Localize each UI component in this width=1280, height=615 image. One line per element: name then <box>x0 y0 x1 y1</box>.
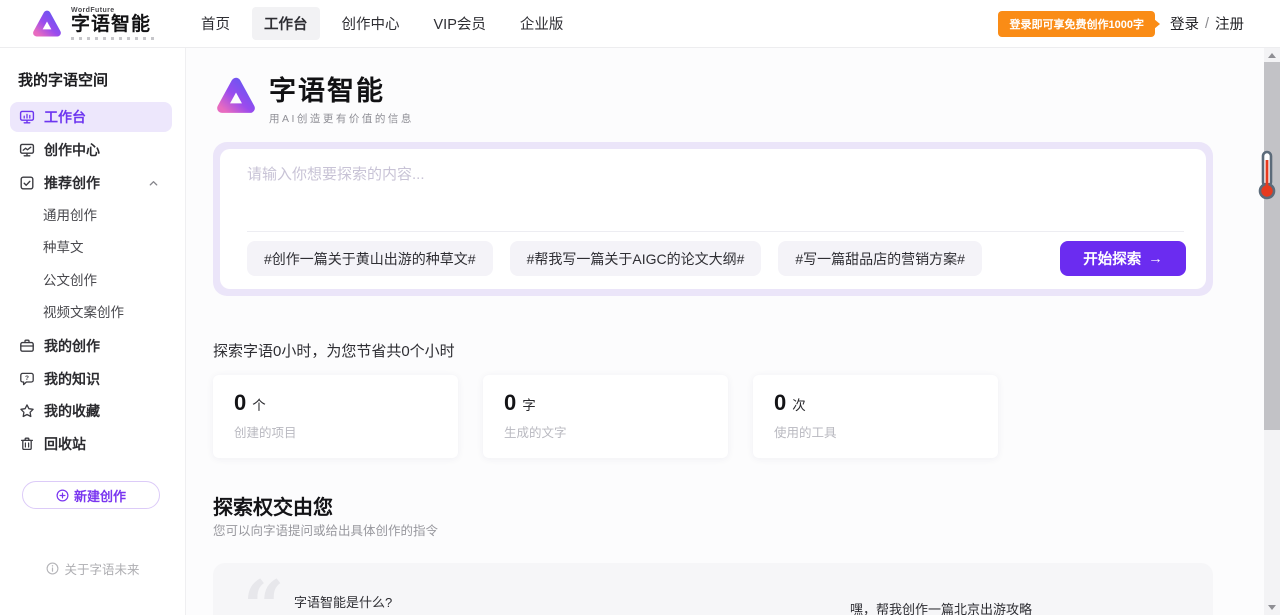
stat-unit: 个 <box>252 398 266 413</box>
nav-item-enterprise[interactable]: 企业版 <box>508 7 576 40</box>
sidebar-item-label: 工作台 <box>44 107 86 127</box>
brand-small-mark: WordFuture <box>71 7 157 14</box>
scrollbar-thumb[interactable] <box>1264 62 1280 430</box>
sidebar-subitem-video-copy[interactable]: 视频文案创作 <box>43 301 124 321</box>
main-content: 字语智能 用AI创造更有价值的信息 #创作一篇关于黄山出游的种草文# #帮我写一… <box>186 48 1264 615</box>
nav-item-creation-center[interactable]: 创作中心 <box>330 7 412 40</box>
sidebar: 我的字语空间 工作台 创作中心 推荐创作 通用创作 种草文 公文创作 视频文案创 <box>0 48 186 615</box>
creation-center-icon <box>19 142 35 158</box>
sidebar-item-my-favorites[interactable]: 我的收藏 <box>10 396 172 426</box>
sidebar-item-recycle-bin[interactable]: 回收站 <box>10 429 172 459</box>
quote-mark-icon: “ <box>243 571 284 615</box>
vertical-scrollbar[interactable] <box>1264 48 1280 615</box>
info-circle-icon <box>46 562 59 575</box>
auth-separator: / <box>1205 16 1209 32</box>
brand-text: WordFuture 字语智能 <box>71 7 157 41</box>
search-box: #创作一篇关于黄山出游的种草文# #帮我写一篇关于AIGC的论文大纲# #写一篇… <box>220 149 1206 289</box>
sidebar-subitem-general[interactable]: 通用创作 <box>43 204 97 224</box>
sidebar-item-workbench[interactable]: 工作台 <box>10 102 172 132</box>
suggestion-chip-huangshan[interactable]: #创作一篇关于黄山出游的种草文# <box>247 241 493 276</box>
sidebar-item-label: 创作中心 <box>44 140 100 160</box>
new-creation-button[interactable]: 新建创作 <box>22 481 160 509</box>
sidebar-item-recommended[interactable]: 推荐创作 <box>10 168 172 198</box>
stat-card-projects: 0个 创建的项目 <box>213 375 458 458</box>
recommended-creation-icon <box>19 175 35 191</box>
about-link[interactable]: 关于字语未来 <box>0 559 186 578</box>
brand-triangle-icon <box>30 8 64 40</box>
new-creation-label: 新建创作 <box>74 486 126 505</box>
briefcase-icon <box>19 338 35 354</box>
workbench-icon <box>19 109 35 125</box>
stat-label: 生成的文字 <box>504 422 707 441</box>
suggestion-chips-row: #创作一篇关于黄山出游的种草文# #帮我写一篇关于AIGC的论文大纲# #写一篇… <box>247 241 1186 276</box>
hero-brand-text: 字语智能 用AI创造更有价值的信息 <box>269 73 414 126</box>
hero-brand-triangle-icon <box>213 73 259 126</box>
stat-value: 0 <box>234 390 246 415</box>
stat-unit: 字 <box>522 398 536 413</box>
stat-value: 0 <box>774 390 786 415</box>
login-link[interactable]: 登录 <box>1170 13 1199 34</box>
nav-item-workbench[interactable]: 工作台 <box>252 7 320 40</box>
start-explore-button[interactable]: 开始探索 → <box>1060 241 1186 276</box>
hero-brand-name: 字语智能 <box>269 75 414 107</box>
stats-summary: 探索字语0小时，为您节省共0个小时 <box>213 340 455 361</box>
sidebar-section-title: 我的字语空间 <box>18 69 108 90</box>
brand-tagline-dots <box>71 37 157 40</box>
register-link[interactable]: 注册 <box>1215 13 1244 34</box>
hero-tagline: 用AI创造更有价值的信息 <box>269 111 414 126</box>
sidebar-item-label: 推荐创作 <box>44 173 100 193</box>
stat-value: 0 <box>504 390 516 415</box>
brand-name: 字语智能 <box>71 14 157 36</box>
start-explore-label: 开始探索 <box>1083 248 1141 269</box>
nav-item-vip[interactable]: VIP会员 <box>422 7 498 40</box>
plus-circle-icon <box>56 489 69 502</box>
sidebar-item-label: 我的创作 <box>44 336 100 356</box>
about-link-label: 关于字语未来 <box>64 559 139 578</box>
stat-value-row: 0字 <box>504 390 707 416</box>
sidebar-item-label: 我的收藏 <box>44 401 100 421</box>
search-divider <box>247 231 1184 232</box>
explore-section-title: 探索权交由您 <box>213 491 333 520</box>
promo-badge[interactable]: 登录即可享免费创作1000字 <box>998 11 1154 37</box>
stat-value-row: 0次 <box>774 390 977 416</box>
explore-section-subtitle: 您可以向字语提问或给出具体创作的指令 <box>213 520 438 539</box>
stat-label: 创建的项目 <box>234 422 437 441</box>
sidebar-item-my-knowledge[interactable]: ? 我的知识 <box>10 364 172 394</box>
auth-links: 登录 / 注册 <box>1170 13 1244 34</box>
arrow-right-icon: → <box>1148 251 1163 267</box>
page: WordFuture 字语智能 首页 工作台 创作中心 VIP会员 企业版 登录… <box>0 0 1280 615</box>
sample-question-right[interactable]: 嘿，帮我创作一篇北京出游攻略 <box>850 599 1032 615</box>
sidebar-item-label: 我的知识 <box>44 369 100 389</box>
sidebar-subitem-official[interactable]: 公文创作 <box>43 269 97 289</box>
suggestion-chip-aigc[interactable]: #帮我写一篇关于AIGC的论文大纲# <box>510 241 762 276</box>
stat-value-row: 0个 <box>234 390 437 416</box>
sidebar-item-creation-center[interactable]: 创作中心 <box>10 135 172 165</box>
trash-icon <box>19 436 35 452</box>
star-icon <box>19 403 35 419</box>
main-nav: 首页 工作台 创作中心 VIP会员 企业版 <box>189 7 575 40</box>
hero-brand: 字语智能 用AI创造更有价值的信息 <box>213 73 414 126</box>
stat-unit: 次 <box>792 398 806 413</box>
stat-label: 使用的工具 <box>774 422 977 441</box>
suggestion-chip-dessert[interactable]: #写一篇甜品店的营销方案# <box>778 241 982 276</box>
scroll-down-arrow-icon[interactable] <box>1268 605 1276 610</box>
sidebar-subitem-seeding[interactable]: 种草文 <box>43 236 84 256</box>
svg-text:?: ? <box>25 375 29 382</box>
stat-card-tools: 0次 使用的工具 <box>753 375 998 458</box>
nav-right: 登录即可享免费创作1000字 登录 / 注册 <box>998 11 1244 37</box>
search-input[interactable] <box>247 163 1177 221</box>
sidebar-item-label: 回收站 <box>44 434 86 454</box>
stat-card-words: 0字 生成的文字 <box>483 375 728 458</box>
top-navbar: WordFuture 字语智能 首页 工作台 创作中心 VIP会员 企业版 登录… <box>0 0 1280 48</box>
chevron-up-icon[interactable] <box>148 178 159 189</box>
sample-questions-card: “ 字语智能是什么? 嘿，帮我创作一篇北京出游攻略 <box>213 563 1213 615</box>
nav-item-home[interactable]: 首页 <box>189 7 242 40</box>
question-bubble-icon: ? <box>19 371 35 387</box>
scroll-up-arrow-icon[interactable] <box>1268 53 1276 58</box>
sample-question-left[interactable]: 字语智能是什么? <box>294 592 392 611</box>
brand-logo[interactable]: WordFuture 字语智能 <box>30 7 157 41</box>
search-panel: #创作一篇关于黄山出游的种草文# #帮我写一篇关于AIGC的论文大纲# #写一篇… <box>213 142 1213 296</box>
thermometer-icon[interactable] <box>1257 150 1277 200</box>
sidebar-item-my-creations[interactable]: 我的创作 <box>10 331 172 361</box>
